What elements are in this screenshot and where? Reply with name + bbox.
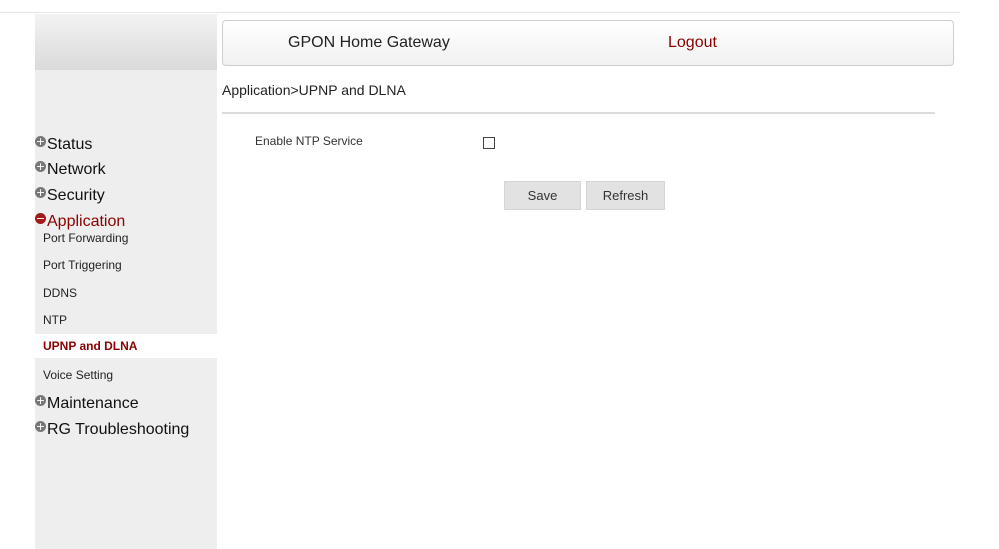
nav-item-label: RG Troubleshooting	[47, 421, 190, 438]
refresh-button[interactable]: Refresh	[586, 181, 665, 210]
nav-item-label: Status	[47, 136, 93, 153]
nav-item-label: Security	[47, 187, 105, 204]
sidebar-item-ddns[interactable]: DDNS	[35, 281, 217, 305]
nav-item-status[interactable]: + Status	[35, 134, 92, 156]
sidebar-item-upnp-dlna[interactable]: UPNP and DLNA	[35, 334, 217, 358]
sidebar: + Status + Network + Security − Applicat…	[35, 14, 217, 549]
sidebar-item-port-triggering[interactable]: Port Triggering	[35, 253, 217, 277]
sidebar-item-voice-setting[interactable]: Voice Setting	[35, 363, 217, 387]
sidebar-item-label: Port Triggering	[43, 258, 122, 272]
save-button[interactable]: Save	[504, 181, 581, 210]
sidebar-item-label: NTP	[43, 313, 67, 327]
collapse-minus-icon: −	[35, 211, 46, 225]
nav-item-network[interactable]: + Network	[35, 159, 106, 181]
sidebar-item-label: UPNP and DLNA	[43, 339, 138, 353]
logout-link[interactable]: Logout	[668, 34, 717, 52]
sidebar-item-label: DDNS	[43, 286, 78, 300]
sidebar-item-port-forwarding[interactable]: Port Forwarding	[35, 226, 217, 250]
nav-item-security[interactable]: + Security	[35, 185, 105, 207]
section-divider	[222, 112, 935, 114]
app-title: GPON Home Gateway	[288, 34, 450, 51]
top-border-line	[0, 12, 960, 13]
sidebar-item-label: Port Forwarding	[43, 231, 129, 245]
expand-plus-icon: +	[35, 419, 46, 433]
expand-plus-icon: +	[35, 185, 46, 199]
sidebar-item-label: Voice Setting	[43, 368, 114, 382]
nav-item-rg-troubleshooting[interactable]: + RG Troubleshooting	[35, 419, 189, 441]
nav-item-label: Maintenance	[47, 395, 139, 412]
nav-item-label: Network	[47, 161, 106, 178]
expand-plus-icon: +	[35, 159, 46, 173]
breadcrumb: Application>UPNP and DLNA	[222, 82, 406, 98]
enable-ntp-label: Enable NTP Service	[255, 134, 363, 148]
expand-plus-icon: +	[35, 393, 46, 407]
enable-ntp-checkbox[interactable]	[483, 137, 495, 149]
sidebar-header	[35, 14, 217, 70]
expand-plus-icon: +	[35, 134, 46, 148]
nav-item-maintenance[interactable]: + Maintenance	[35, 393, 139, 415]
sidebar-item-ntp[interactable]: NTP	[35, 308, 217, 332]
header-bar: GPON Home Gateway Logout	[222, 20, 954, 66]
